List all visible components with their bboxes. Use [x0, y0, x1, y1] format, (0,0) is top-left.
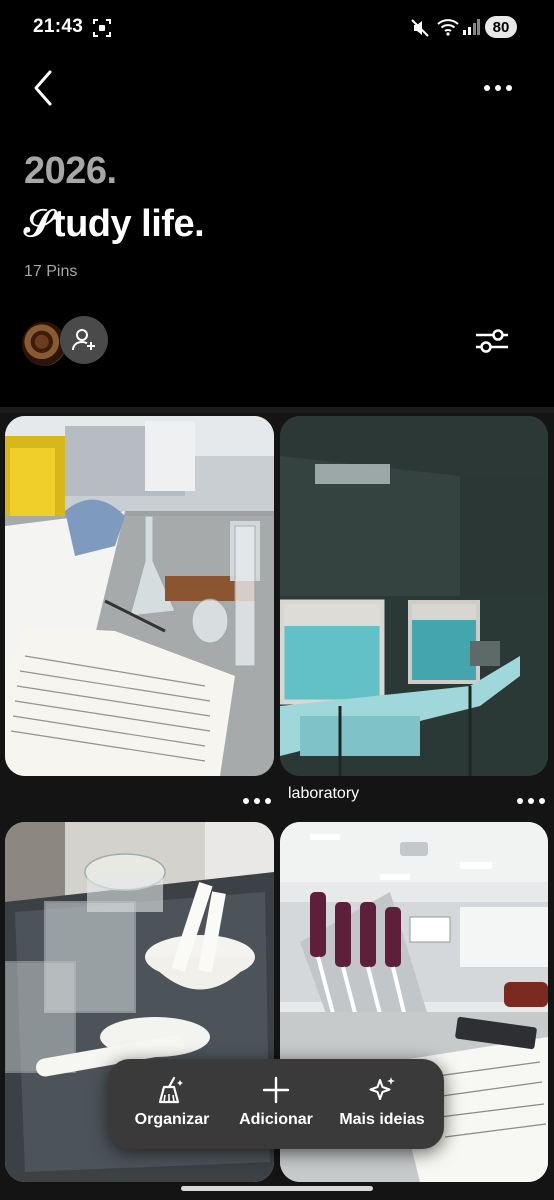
more-horizontal-icon	[484, 85, 490, 91]
organize-label: Organizar	[134, 1111, 210, 1128]
pin-count: 17 Pins	[24, 263, 78, 280]
sparkles-icon	[369, 1077, 395, 1100]
add-button[interactable]: Adicionar	[226, 1059, 326, 1149]
pin-more-button[interactable]	[517, 791, 550, 804]
top-navigation	[0, 60, 554, 116]
sliders-icon	[476, 329, 508, 353]
battery-indicator: 80	[485, 16, 517, 38]
pin-image[interactable]	[5, 416, 274, 776]
laboratory-image	[280, 416, 548, 776]
board-action-bar: Organizar Adicionar Mais ideias	[108, 1059, 444, 1149]
add-collaborator-button[interactable]	[60, 316, 108, 364]
screenshot-icon	[93, 19, 111, 37]
board-title: 𝒮tudy life.	[24, 203, 205, 245]
pin-image[interactable]	[280, 416, 548, 776]
add-person-icon	[72, 329, 95, 351]
plus-icon	[262, 1076, 290, 1104]
pin-more-button[interactable]	[243, 791, 276, 804]
back-button[interactable]	[28, 66, 64, 110]
mute-icon	[411, 19, 429, 37]
wifi-icon	[437, 19, 459, 36]
add-label: Adicionar	[239, 1111, 313, 1128]
chevron-left-icon	[34, 70, 52, 106]
board-year: 2026.	[24, 150, 117, 192]
signal-icon	[463, 19, 480, 35]
more-options-button[interactable]	[484, 78, 524, 98]
filter-button[interactable]	[474, 326, 510, 356]
broom-icon	[158, 1076, 183, 1104]
home-indicator[interactable]	[181, 1186, 373, 1191]
more-ideas-button[interactable]: Mais ideias	[330, 1059, 434, 1149]
lab-bench-image	[5, 416, 274, 776]
pin-title: laboratory	[288, 785, 360, 802]
more-ideas-label: Mais ideias	[339, 1111, 425, 1128]
status-bar: 21:43 80	[0, 0, 554, 56]
organize-button[interactable]: Organizar	[120, 1059, 224, 1149]
status-time: 21:43	[33, 16, 84, 37]
